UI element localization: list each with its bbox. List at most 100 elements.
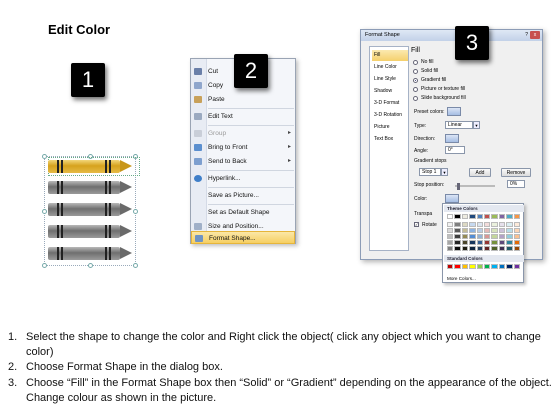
stop-select[interactable]: Stop 1 xyxy=(419,168,441,176)
color-swatch[interactable] xyxy=(491,222,498,227)
color-swatch[interactable] xyxy=(498,246,506,251)
menu-item-send-to-back[interactable]: Send to Back ▸ xyxy=(191,155,295,168)
color-swatch[interactable] xyxy=(454,240,461,245)
color-swatch[interactable] xyxy=(513,214,520,219)
color-swatch[interactable] xyxy=(506,264,513,269)
color-swatch[interactable] xyxy=(483,228,491,233)
color-swatch[interactable] xyxy=(513,228,520,233)
color-swatch[interactable] xyxy=(461,246,469,251)
nav-line-style[interactable]: Line Style xyxy=(372,74,408,85)
color-swatch[interactable] xyxy=(461,264,469,269)
menu-item-format-shape[interactable]: Format Shape... xyxy=(191,231,295,244)
color-swatch[interactable] xyxy=(469,264,476,269)
color-swatch[interactable] xyxy=(506,240,513,245)
color-swatch[interactable] xyxy=(469,228,476,233)
color-swatch[interactable] xyxy=(476,246,483,251)
color-swatch[interactable] xyxy=(469,222,476,227)
color-swatch[interactable] xyxy=(447,228,454,233)
color-swatch[interactable] xyxy=(461,234,469,239)
menu-item-group[interactable]: Group ▸ xyxy=(191,127,295,140)
color-swatch[interactable] xyxy=(513,240,520,245)
color-swatch[interactable] xyxy=(513,264,520,269)
crayon-gray[interactable] xyxy=(48,203,132,216)
color-swatch[interactable] xyxy=(461,228,469,233)
color-swatch[interactable] xyxy=(491,264,498,269)
menu-item-hyperlink[interactable]: Hyperlink... xyxy=(191,172,295,185)
resize-handle[interactable] xyxy=(42,154,47,159)
color-swatch[interactable] xyxy=(513,222,520,227)
color-swatch[interactable] xyxy=(461,222,469,227)
color-swatch[interactable] xyxy=(461,214,469,219)
resize-handle[interactable] xyxy=(133,209,138,214)
radio-solid-fill[interactable] xyxy=(413,69,418,74)
radio-picture-fill[interactable] xyxy=(413,87,418,92)
color-swatch[interactable] xyxy=(469,246,476,251)
type-select[interactable]: Linear xyxy=(445,121,473,129)
color-swatch[interactable] xyxy=(454,222,461,227)
stop-position-slider[interactable] xyxy=(455,185,495,187)
color-swatch[interactable] xyxy=(454,264,461,269)
help-button[interactable]: ? xyxy=(525,32,528,38)
color-swatch[interactable] xyxy=(506,222,513,227)
stop-position-input[interactable]: 0% xyxy=(507,180,525,188)
color-swatch[interactable] xyxy=(447,264,454,269)
color-swatch[interactable] xyxy=(476,222,483,227)
preset-colors-button[interactable] xyxy=(447,107,461,116)
color-swatch[interactable] xyxy=(491,228,498,233)
color-swatch[interactable] xyxy=(447,234,454,239)
resize-handle[interactable] xyxy=(133,263,138,268)
nav-picture[interactable]: Picture xyxy=(372,122,408,133)
color-swatch[interactable] xyxy=(483,214,491,219)
more-colors-link[interactable]: More Colors... xyxy=(447,276,476,281)
color-swatch[interactable] xyxy=(476,240,483,245)
menu-item-bring-to-front[interactable]: Bring to Front ▸ xyxy=(191,141,295,154)
direction-button[interactable] xyxy=(445,134,459,143)
color-swatch[interactable] xyxy=(469,234,476,239)
color-swatch[interactable] xyxy=(498,264,506,269)
resize-handle[interactable] xyxy=(88,263,93,268)
color-swatch[interactable] xyxy=(476,228,483,233)
nav-text-box[interactable]: Text Box xyxy=(372,134,408,145)
crayon-group[interactable] xyxy=(42,154,140,268)
color-swatch[interactable] xyxy=(506,214,513,219)
color-swatch[interactable] xyxy=(513,234,520,239)
angle-input[interactable]: 0° xyxy=(445,146,465,154)
color-swatch[interactable] xyxy=(498,234,506,239)
slider-handle[interactable] xyxy=(457,183,460,190)
radio-gradient-fill[interactable] xyxy=(413,78,418,83)
remove-stop-button[interactable]: Remove xyxy=(501,168,531,177)
color-swatch[interactable] xyxy=(469,214,476,219)
color-swatch[interactable] xyxy=(491,240,498,245)
color-swatch[interactable] xyxy=(491,234,498,239)
resize-handle[interactable] xyxy=(42,263,47,268)
color-swatch[interactable] xyxy=(506,228,513,233)
crayon-gray[interactable] xyxy=(48,181,132,194)
chevron-down-icon[interactable]: ▼ xyxy=(441,168,448,176)
color-swatch[interactable] xyxy=(483,234,491,239)
nav-3d-rotation[interactable]: 3-D Rotation xyxy=(372,110,408,121)
menu-item-save-as-picture[interactable]: Save as Picture... xyxy=(191,189,295,202)
chevron-down-icon[interactable]: ▼ xyxy=(473,121,480,129)
color-swatch[interactable] xyxy=(454,214,461,219)
radio-no-fill[interactable] xyxy=(413,60,418,65)
color-swatch[interactable] xyxy=(454,246,461,251)
color-swatch[interactable] xyxy=(454,234,461,239)
close-button[interactable]: x xyxy=(530,31,540,39)
color-swatch[interactable] xyxy=(447,222,454,227)
crayon-gray[interactable] xyxy=(48,247,132,260)
color-swatch[interactable] xyxy=(498,222,506,227)
color-swatch[interactable] xyxy=(483,246,491,251)
menu-item-set-default-shape[interactable]: Set as Default Shape xyxy=(191,206,295,219)
color-swatch[interactable] xyxy=(491,214,498,219)
color-swatch[interactable] xyxy=(506,246,513,251)
color-swatch[interactable] xyxy=(483,222,491,227)
resize-handle[interactable] xyxy=(42,209,47,214)
rotate-checkbox[interactable]: ✓ xyxy=(414,222,419,227)
nav-fill[interactable]: Fill xyxy=(372,50,408,61)
color-swatch[interactable] xyxy=(447,246,454,251)
color-swatch[interactable] xyxy=(498,228,506,233)
color-swatch[interactable] xyxy=(506,234,513,239)
color-swatch[interactable] xyxy=(461,240,469,245)
color-swatch[interactable] xyxy=(483,240,491,245)
color-swatch[interactable] xyxy=(476,234,483,239)
